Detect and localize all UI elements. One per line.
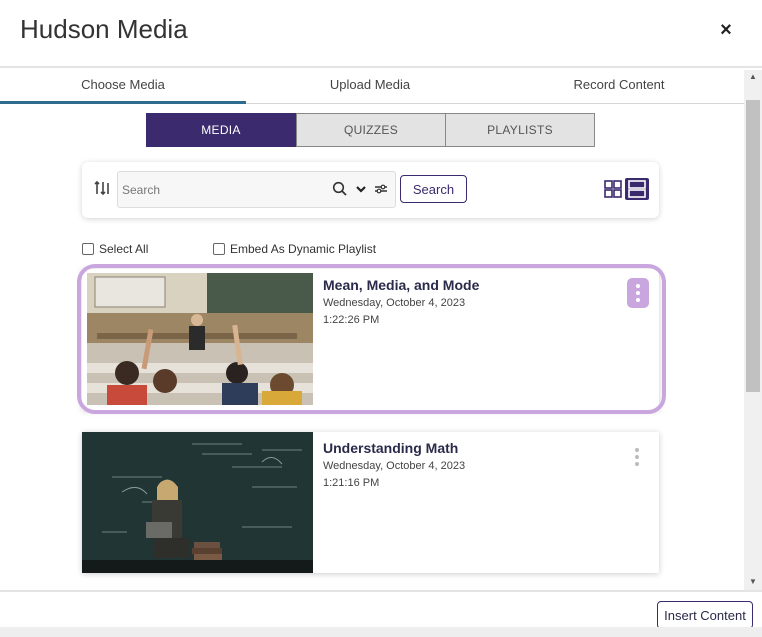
- search-button[interactable]: Search: [400, 175, 467, 203]
- kebab-dot: [636, 291, 640, 295]
- media-title[interactable]: Mean, Media, and Mode: [323, 277, 479, 293]
- sort-arrows-icon: [94, 180, 109, 196]
- footer-strip: [0, 627, 762, 637]
- close-icon[interactable]: ×: [716, 18, 736, 42]
- grid-view-icon[interactable]: [604, 180, 622, 198]
- media-time: 1:22:26 PM: [323, 314, 380, 326]
- kebab-dot: [635, 455, 639, 459]
- tab-record-content[interactable]: Record Content: [494, 70, 744, 104]
- embed-playlist-checkbox[interactable]: [213, 243, 225, 255]
- select-all-checkbox[interactable]: [82, 243, 94, 255]
- filter-sliders-icon[interactable]: [374, 181, 388, 201]
- media-browser-panel: Choose Media Upload Media Record Content…: [0, 70, 762, 590]
- insert-content-button[interactable]: Insert Content: [657, 601, 753, 629]
- main-tabs: Choose Media Upload Media Record Content: [0, 70, 744, 104]
- scroll-down-arrow-icon[interactable]: ▼: [744, 574, 762, 590]
- search-input[interactable]: [120, 174, 325, 205]
- media-date: Wednesday, October 4, 2023: [323, 297, 466, 309]
- chevron-down-icon[interactable]: [355, 181, 367, 201]
- search-icon[interactable]: [332, 181, 348, 201]
- dialog-title: Hudson Media: [20, 14, 188, 44]
- media-date: Wednesday, October 4, 2023: [323, 460, 466, 472]
- segment-quizzes[interactable]: QUIZZES: [296, 113, 446, 147]
- list-view-icon[interactable]: [625, 178, 649, 200]
- kebab-dot: [636, 284, 640, 288]
- select-all-option[interactable]: Select All: [82, 241, 148, 257]
- sort-icon[interactable]: [94, 180, 112, 198]
- media-card[interactable]: Understanding Math Wednesday, October 4,…: [82, 432, 659, 573]
- segment-media[interactable]: MEDIA: [146, 113, 296, 147]
- more-options-icon[interactable]: [627, 278, 649, 308]
- media-card[interactable]: Mean, Media, and Mode Wednesday, October…: [82, 269, 659, 410]
- search-toolbar: Search: [82, 162, 659, 218]
- tab-choose-media[interactable]: Choose Media: [0, 70, 246, 104]
- search-field: [117, 171, 396, 208]
- vertical-scrollbar[interactable]: ▲ ▼: [744, 70, 762, 590]
- embed-playlist-option[interactable]: Embed As Dynamic Playlist: [213, 241, 376, 257]
- segment-playlists[interactable]: PLAYLISTS: [445, 113, 595, 147]
- media-thumbnail-chalkboard: [82, 432, 313, 573]
- more-options-icon[interactable]: [626, 442, 648, 472]
- tab-upload-media[interactable]: Upload Media: [246, 70, 494, 104]
- select-all-label: Select All: [99, 242, 149, 256]
- scroll-up-arrow-icon[interactable]: ▲: [744, 70, 762, 86]
- media-title[interactable]: Understanding Math: [323, 440, 458, 456]
- kebab-dot: [635, 462, 639, 466]
- kebab-dot: [636, 298, 640, 302]
- embed-playlist-label: Embed As Dynamic Playlist: [230, 242, 377, 256]
- kebab-dot: [635, 448, 639, 452]
- media-thumbnail-classroom: [87, 273, 313, 405]
- dialog-header: Hudson Media ×: [0, 0, 762, 68]
- media-time: 1:21:16 PM: [323, 477, 380, 489]
- scrollbar-thumb[interactable]: [746, 100, 760, 392]
